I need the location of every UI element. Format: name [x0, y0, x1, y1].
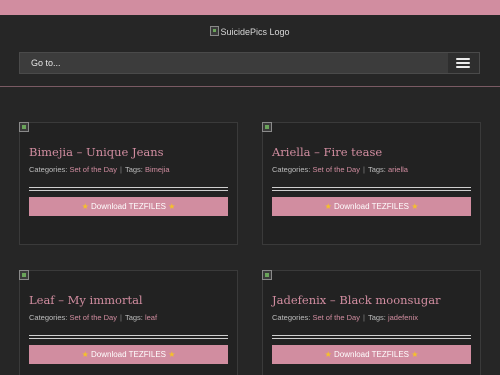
download-button[interactable]: ★ Download TEZFILES ★ [272, 345, 471, 364]
broken-image-icon[interactable] [19, 122, 29, 132]
card-rule [29, 335, 228, 336]
download-button[interactable]: ★ Download TEZFILES ★ [272, 197, 471, 216]
card-rule [29, 187, 228, 188]
star-icon: ★ [324, 350, 332, 359]
top-accent-bar [0, 0, 500, 15]
post-title[interactable]: Jadefenix – Black moonsugar [272, 293, 441, 307]
post-card: Bimejia – Unique Jeans Categories: Set o… [19, 122, 238, 245]
broken-image-icon[interactable] [19, 270, 29, 280]
post-card: Ariella – Fire tease Categories: Set of … [262, 122, 481, 245]
categories-label: Categories: [272, 165, 311, 174]
meta-separator: | [119, 313, 122, 322]
post-title[interactable]: Leaf – My immortal [29, 293, 143, 307]
categories-label: Categories: [272, 313, 311, 322]
download-label: Download TEZFILES [334, 202, 409, 211]
post-meta: Categories: Set of the Day | Tags: jadefen… [272, 313, 418, 322]
star-icon: ★ [81, 350, 89, 359]
tags-label: Tags: [367, 165, 386, 174]
tag-link[interactable]: ariella [388, 165, 408, 174]
star-icon: ★ [324, 202, 332, 211]
logo-alt-text: SuicidePics Logo [220, 27, 290, 37]
header-divider [0, 86, 500, 87]
download-button[interactable]: ★ Download TEZFILES ★ [29, 197, 228, 216]
card-rule [272, 335, 471, 336]
category-link[interactable]: Set of the Day [312, 165, 360, 174]
tag-link[interactable]: jadefenix [388, 313, 418, 322]
tag-link[interactable]: leaf [145, 313, 157, 322]
post-meta: Categories: Set of the Day | Tags: leaf [29, 313, 157, 322]
download-label: Download TEZFILES [91, 202, 166, 211]
star-icon: ★ [168, 350, 176, 359]
download-label: Download TEZFILES [91, 350, 166, 359]
nav-dropdown[interactable]: Go to... [19, 52, 480, 74]
category-link[interactable]: Set of the Day [312, 313, 360, 322]
star-icon: ★ [411, 350, 419, 359]
broken-image-icon[interactable] [262, 122, 272, 132]
post-title[interactable]: Ariella – Fire tease [272, 145, 382, 159]
hamburger-icon [456, 58, 470, 60]
tags-label: Tags: [124, 165, 143, 174]
card-rule [29, 338, 228, 339]
hamburger-icon-bar [456, 62, 470, 64]
card-rule [272, 190, 471, 191]
post-card: Jadefenix – Black moonsugar Categories: … [262, 270, 481, 375]
card-rule [272, 338, 471, 339]
broken-image-icon[interactable] [262, 270, 272, 280]
category-link[interactable]: Set of the Day [69, 313, 117, 322]
post-meta: Categories: Set of the Day | Tags: ariella [272, 165, 408, 174]
nav-dropdown-label: Go to... [31, 58, 61, 68]
post-card: Leaf – My immortal Categories: Set of th… [19, 270, 238, 375]
categories-label: Categories: [29, 165, 68, 174]
broken-image-icon [210, 26, 220, 36]
card-rule [29, 190, 228, 191]
meta-separator: | [119, 165, 122, 174]
post-meta: Categories: Set of the Day | Tags: Bimejia [29, 165, 170, 174]
tags-label: Tags: [124, 313, 143, 322]
category-link[interactable]: Set of the Day [69, 165, 117, 174]
star-icon: ★ [168, 202, 176, 211]
categories-label: Categories: [29, 313, 68, 322]
meta-separator: | [362, 165, 365, 174]
card-rule [272, 187, 471, 188]
meta-separator: | [362, 313, 365, 322]
post-title[interactable]: Bimejia – Unique Jeans [29, 145, 164, 159]
download-button[interactable]: ★ Download TEZFILES ★ [29, 345, 228, 364]
download-label: Download TEZFILES [334, 350, 409, 359]
hamburger-icon-bar [456, 66, 470, 68]
tag-link[interactable]: Bimejia [145, 165, 170, 174]
site-logo[interactable]: SuicidePics Logo [0, 26, 500, 37]
tags-label: Tags: [367, 313, 386, 322]
star-icon: ★ [81, 202, 89, 211]
star-icon: ★ [411, 202, 419, 211]
hamburger-menu-button[interactable] [448, 53, 479, 73]
